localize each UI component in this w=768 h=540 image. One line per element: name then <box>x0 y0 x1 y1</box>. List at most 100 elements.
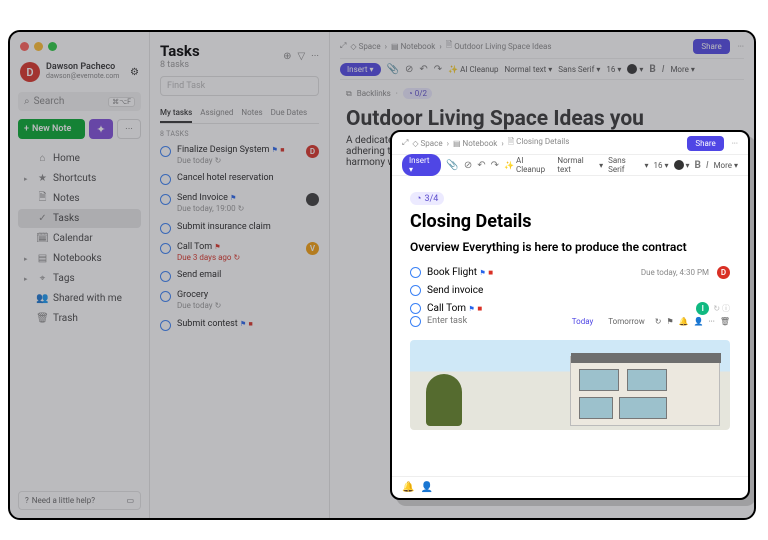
expand-icon[interactable]: ⤢ <box>340 41 346 51</box>
gear-icon[interactable]: ⚙ <box>130 67 139 78</box>
flag-icon[interactable]: ⚑ <box>666 317 673 326</box>
italic-button[interactable]: I <box>706 160 709 171</box>
task-circle-icon[interactable] <box>160 194 171 205</box>
nav-notes[interactable]: 🗎Notes <box>18 189 141 208</box>
crumb-space[interactable]: ◇ Space <box>412 139 442 148</box>
task-row[interactable]: GroceryDue today ↻ <box>160 287 319 313</box>
text-style-select[interactable]: Normal text ▾ <box>557 156 603 174</box>
bell-icon[interactable]: 🔔 <box>679 317 689 326</box>
tab-my-tasks[interactable]: My tasks <box>160 104 192 123</box>
task-row[interactable]: Send Invoice ⚑Due today, 19:00 ↻ <box>160 190 319 216</box>
progress-pill[interactable]: ◔ 3/4 <box>410 192 444 205</box>
font-select[interactable]: Sans Serif ▾ <box>558 65 600 74</box>
note-more-icon[interactable]: ··· <box>732 139 738 148</box>
task-row[interactable]: Submit contest ⚑ ■ <box>160 316 319 334</box>
task-row[interactable]: Cancel hotel reservation <box>160 170 319 188</box>
undo-icon[interactable]: ↶ <box>477 160 485 171</box>
note-title[interactable]: Outdoor Living Space Ideas you <box>346 107 738 131</box>
note-title[interactable]: Closing Details <box>410 211 730 232</box>
text-style-select[interactable]: Normal text ▾ <box>505 65 553 74</box>
insert-button[interactable]: Insert ▾ <box>402 154 441 176</box>
crumb-note[interactable]: 🗎 Outdoor Living Space Ideas <box>446 39 552 53</box>
delete-icon[interactable]: 🗑 <box>720 317 730 326</box>
add-task-icon[interactable]: ⊕ <box>283 51 291 62</box>
task-row[interactable]: Finalize Design System ⚑ ■Due today ↻D <box>160 142 319 168</box>
notifications-icon[interactable]: 🔔 <box>402 482 414 493</box>
nav-trash[interactable]: 🗑Trash <box>18 309 141 328</box>
new-more-button[interactable]: ··· <box>117 119 141 139</box>
bold-button[interactable]: B <box>695 160 701 171</box>
task-icon[interactable]: ⊘ <box>464 160 472 171</box>
ai-cleanup-button[interactable]: ✨ AI Cleanup <box>504 156 552 174</box>
task-circle-icon[interactable] <box>160 174 171 185</box>
font-select[interactable]: Sans Serif ▾ <box>608 156 648 174</box>
task-circle-icon[interactable] <box>160 243 171 254</box>
crumb-space[interactable]: ◇ Space <box>350 42 380 51</box>
find-task-input[interactable]: Find Task <box>160 76 319 96</box>
task-circle-icon[interactable] <box>410 285 421 296</box>
nav-notebooks[interactable]: ▸▤Notebooks <box>18 249 141 268</box>
account-switcher[interactable]: D Dawson Pachecodawson@evernote.com ⚙ <box>18 60 141 84</box>
note-task-row[interactable]: Call Tom ⚑ ■ I ↻ ⓘ <box>410 302 730 315</box>
size-select[interactable]: 16 ▾ <box>654 161 669 170</box>
color-select[interactable]: ▾ <box>627 64 643 74</box>
task-row[interactable]: Send email <box>160 267 319 285</box>
nav-tags[interactable]: ▸⌖Tags <box>18 269 141 288</box>
more-icon[interactable]: ··· <box>709 317 715 326</box>
share-button[interactable]: Share <box>687 136 723 151</box>
new-task-input[interactable] <box>427 316 561 326</box>
ai-cleanup-button[interactable]: ✨ AI Cleanup <box>448 65 498 74</box>
task-icon[interactable]: ⊘ <box>405 64 413 75</box>
task-row[interactable]: Submit insurance claim <box>160 219 319 237</box>
window-controls[interactable] <box>20 42 57 51</box>
crumb-notebook[interactable]: ▤ Notebook <box>391 42 435 51</box>
task-circle-icon[interactable] <box>410 267 421 278</box>
search-input[interactable]: ⌕ Search ⌘⌥F <box>18 92 141 111</box>
note-task-row[interactable]: Book Flight ⚑ ■Due today, 4:30 PM D <box>410 266 730 279</box>
expand-icon[interactable]: ⤢ <box>402 138 408 148</box>
new-task-row[interactable]: Today Tomorrow ↻ ⚑ 🔔 👤 ··· 🗑 <box>410 315 730 328</box>
crumb-notebook[interactable]: ▤ Notebook <box>453 139 497 148</box>
nav-calendar[interactable]: 🗓Calendar <box>18 229 141 248</box>
task-circle-icon[interactable] <box>160 223 171 234</box>
nav-tasks[interactable]: ✓Tasks <box>18 209 141 228</box>
task-circle-icon[interactable] <box>160 146 171 157</box>
attachment-icon[interactable]: 📎 <box>446 160 458 171</box>
size-select[interactable]: 16 ▾ <box>606 65 621 74</box>
more-icon[interactable]: ··· <box>311 51 319 62</box>
toolbar-more[interactable]: More ▾ <box>670 65 694 74</box>
italic-button[interactable]: I <box>662 64 665 75</box>
nav-home[interactable]: ⌂Home <box>18 149 141 168</box>
task-circle-icon[interactable] <box>160 320 171 331</box>
note-subtitle[interactable]: Overview Everything is here to produce t… <box>410 240 730 256</box>
color-select[interactable]: ▾ <box>674 160 690 170</box>
redo-icon[interactable]: ↷ <box>434 64 442 75</box>
nav-shared[interactable]: 👥Shared with me <box>18 289 141 308</box>
note-more-icon[interactable]: ··· <box>738 42 744 51</box>
attachment-icon[interactable]: 📎 <box>387 64 399 75</box>
undo-icon[interactable]: ↶ <box>419 64 427 75</box>
insert-button[interactable]: Insert ▾ <box>340 63 381 76</box>
repeat-icon[interactable]: ↻ <box>655 317 662 326</box>
toolbar-more[interactable]: More ▾ <box>714 161 738 170</box>
task-row[interactable]: Call Tom ⚑Due 3 days ago ↻V <box>160 239 319 265</box>
filter-icon[interactable]: ▽ <box>297 51 305 62</box>
crumb-note[interactable]: 🗎 Closing Details <box>508 136 570 150</box>
tab-due-dates[interactable]: Due Dates <box>271 104 307 123</box>
backlinks-row[interactable]: ⧉ Backlinks · ◔ 0/2 <box>346 88 738 99</box>
tab-notes[interactable]: Notes <box>241 104 262 123</box>
share-button[interactable]: Share <box>693 39 729 54</box>
chip-tomorrow[interactable]: Tomorrow <box>603 315 649 328</box>
chip-today[interactable]: Today <box>567 315 599 328</box>
note-task-row[interactable]: Send invoice <box>410 285 730 296</box>
quick-action-button[interactable]: ✦ <box>89 119 113 139</box>
nav-shortcuts[interactable]: ▸★Shortcuts <box>18 169 141 188</box>
new-note-button[interactable]: +New Note <box>18 119 85 139</box>
redo-icon[interactable]: ↷ <box>491 160 499 171</box>
bold-button[interactable]: B <box>649 64 655 75</box>
task-circle-icon[interactable] <box>160 271 171 282</box>
reminders-icon[interactable]: 👤 <box>420 482 432 493</box>
tab-assigned[interactable]: Assigned <box>200 104 233 123</box>
task-circle-icon[interactable] <box>160 291 171 302</box>
help-button[interactable]: ?Need a little help?▭ <box>18 491 141 510</box>
